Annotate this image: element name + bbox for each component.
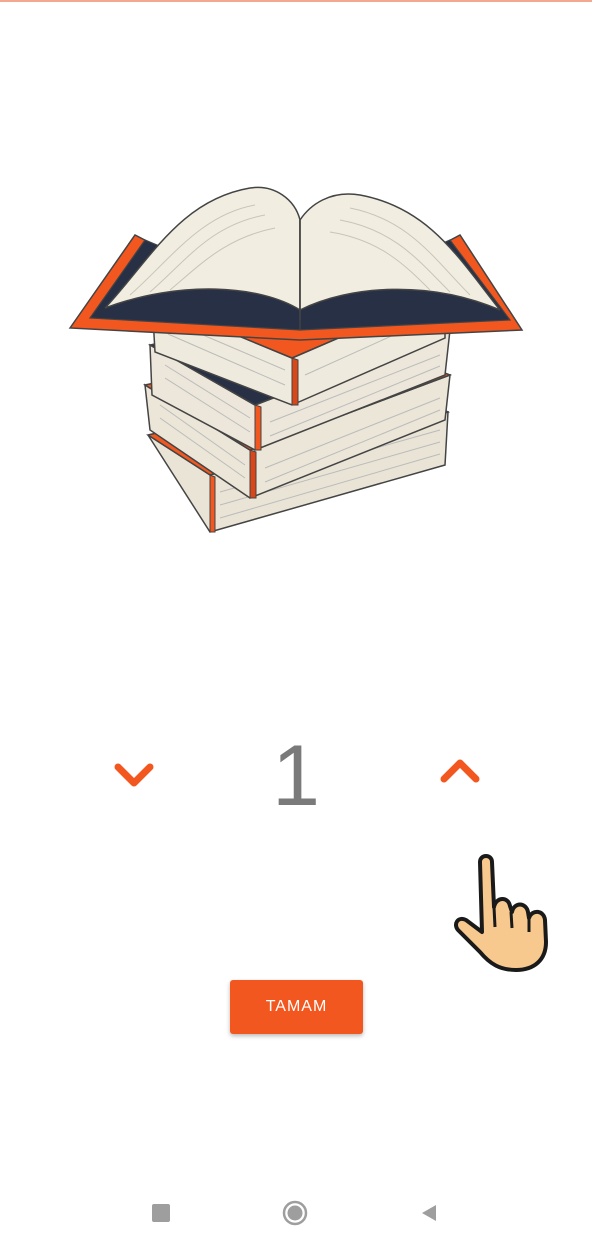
triangle-back-icon — [422, 1205, 436, 1221]
quantity-value: 1 — [272, 728, 320, 824]
chevron-down-icon — [114, 763, 154, 787]
decrement-button[interactable] — [104, 750, 164, 800]
open-book — [68, 186, 524, 341]
increment-button[interactable] — [430, 746, 490, 796]
recents-button[interactable] — [152, 1204, 170, 1222]
stacked-books-illustration — [68, 186, 524, 533]
back-button[interactable] — [418, 1202, 440, 1224]
pointing-hand-icon — [454, 854, 548, 972]
app-screen: 1 TAMAM — [0, 0, 592, 1248]
top-accent-line — [0, 0, 592, 2]
ok-button[interactable]: TAMAM — [230, 980, 363, 1034]
chevron-up-icon — [440, 759, 480, 783]
system-nav-bar — [0, 1180, 592, 1248]
home-button[interactable] — [282, 1200, 308, 1226]
